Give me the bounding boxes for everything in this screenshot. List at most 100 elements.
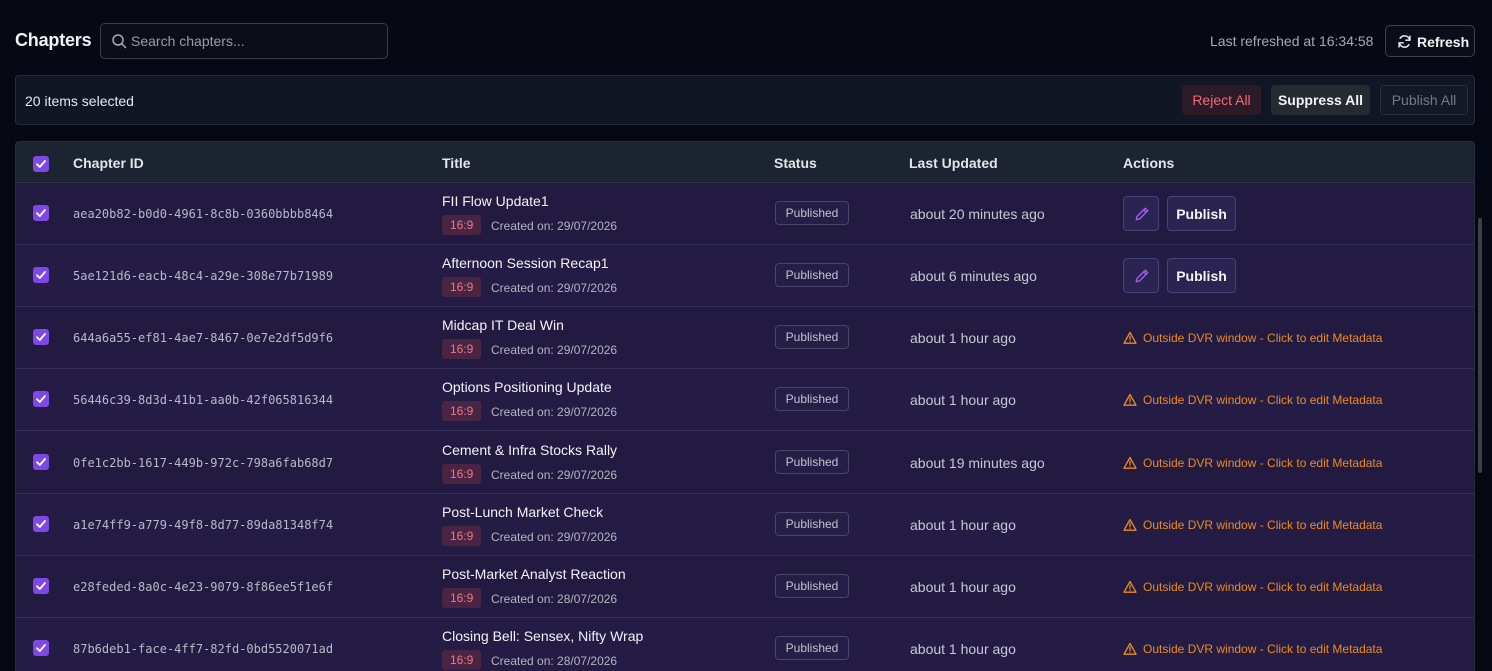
last-updated: about 1 hour ago — [910, 330, 1016, 346]
table-row[interactable]: aea20b82-b0d0-4961-8c8b-0360bbbb8464 FII … — [16, 183, 1474, 245]
publish-all-button[interactable]: Publish All — [1380, 85, 1468, 115]
check-icon — [36, 520, 46, 528]
warning-icon — [1123, 393, 1137, 406]
check-icon — [36, 271, 46, 279]
outside-dvr-text: Outside DVR window - Click to edit Metad… — [1143, 456, 1383, 470]
row-checkbox[interactable] — [33, 516, 49, 532]
aspect-ratio-badge: 16:9 — [442, 215, 482, 235]
created-date: Created on: 28/07/2026 — [491, 654, 618, 668]
search-box[interactable] — [100, 23, 388, 59]
check-icon — [36, 333, 46, 341]
outside-dvr-text: Outside DVR window - Click to edit Metad… — [1143, 331, 1383, 345]
last-updated: about 20 minutes ago — [910, 206, 1045, 222]
outside-dvr-text: Outside DVR window - Click to edit Metad… — [1143, 518, 1383, 532]
suppress-all-button[interactable]: Suppress All — [1271, 85, 1370, 115]
warning-icon — [1123, 456, 1137, 469]
aspect-ratio-badge: 16:9 — [442, 401, 482, 421]
status-badge: Published — [775, 325, 849, 349]
table-row[interactable]: 644a6a55-ef81-4ae7-8467-0e7e2df5d9f6 Midc… — [16, 307, 1474, 369]
page-title: Chapters — [15, 30, 92, 50]
chapter-id: 5ae121d6-eacb-48c4-a29e-308e77b71989 — [73, 269, 334, 283]
column-header-status[interactable]: Status — [774, 155, 817, 171]
pencil-icon — [1135, 269, 1149, 283]
refresh-label: Refresh — [1417, 34, 1470, 50]
reject-all-button[interactable]: Reject All — [1182, 85, 1261, 115]
row-checkbox[interactable] — [33, 391, 49, 407]
table-header: Chapter ID Title Status Last Updated Act… — [16, 142, 1474, 183]
check-icon — [36, 395, 46, 403]
warning-icon — [1123, 642, 1137, 655]
last-refreshed-text: Last refreshed at 16:34:58 — [1210, 33, 1374, 49]
chapter-title: FII Flow Update1 — [442, 193, 549, 209]
table-row[interactable]: 0fe1c2bb-1617-449b-972c-798a6fab68d7 Ceme… — [16, 432, 1474, 494]
aspect-ratio-badge: 16:9 — [442, 588, 482, 608]
chapters-table: Chapter ID Title Status Last Updated Act… — [15, 141, 1475, 671]
publish-button[interactable]: Publish — [1167, 258, 1236, 293]
page-header: Chapters Last refreshed at 16:34:58 Refr… — [0, 0, 1492, 76]
check-icon — [36, 582, 46, 590]
chapter-id: 87b6deb1-face-4ff7-82fd-0bd5520071ad — [73, 642, 334, 656]
table-row[interactable]: 5ae121d6-eacb-48c4-a29e-308e77b71989 Afte… — [16, 245, 1474, 307]
refresh-button[interactable]: Refresh — [1385, 25, 1475, 57]
edit-button[interactable] — [1123, 196, 1159, 231]
table-row[interactable]: a1e74ff9-a779-49f8-8d77-89da81348f74 Post… — [16, 494, 1474, 556]
column-header-chapter-id[interactable]: Chapter ID — [73, 155, 144, 171]
outside-dvr-text: Outside DVR window - Click to edit Metad… — [1143, 393, 1383, 407]
column-header-last-updated[interactable]: Last Updated — [909, 155, 998, 171]
table-row[interactable]: 87b6deb1-face-4ff7-82fd-0bd5520071ad Clos… — [16, 618, 1474, 671]
row-checkbox[interactable] — [33, 267, 49, 283]
warning-icon — [1123, 518, 1137, 531]
search-input[interactable] — [131, 24, 381, 58]
created-date: Created on: 29/07/2026 — [491, 219, 618, 233]
publish-button[interactable]: Publish — [1167, 196, 1236, 231]
created-date: Created on: 29/07/2026 — [491, 405, 618, 419]
status-badge: Published — [775, 574, 849, 598]
column-header-actions: Actions — [1123, 155, 1175, 171]
bulk-action-bar: 20 items selected Reject All Suppress Al… — [15, 75, 1475, 125]
selection-count: 20 items selected — [25, 93, 134, 109]
status-badge: Published — [775, 201, 849, 225]
table-row[interactable]: 56446c39-8d3d-41b1-aa0b-42f065816344 Opti… — [16, 369, 1474, 431]
created-date: Created on: 29/07/2026 — [491, 530, 618, 544]
check-icon — [36, 458, 46, 466]
column-header-title[interactable]: Title — [442, 155, 471, 171]
aspect-ratio-badge: 16:9 — [442, 339, 482, 359]
row-checkbox[interactable] — [33, 329, 49, 345]
chapter-id: 0fe1c2bb-1617-449b-972c-798a6fab68d7 — [73, 456, 334, 470]
row-checkbox[interactable] — [33, 205, 49, 221]
status-badge: Published — [775, 263, 849, 287]
check-icon — [36, 644, 46, 652]
outside-dvr-text: Outside DVR window - Click to edit Metad… — [1143, 580, 1383, 594]
chapter-id: 644a6a55-ef81-4ae7-8467-0e7e2df5d9f6 — [73, 331, 334, 345]
aspect-ratio-badge: 16:9 — [442, 277, 482, 297]
edit-button[interactable] — [1123, 258, 1159, 293]
status-badge: Published — [775, 512, 849, 536]
row-checkbox[interactable] — [33, 454, 49, 470]
last-updated: about 1 hour ago — [910, 517, 1016, 533]
status-badge: Published — [775, 450, 849, 474]
select-all-checkbox[interactable] — [33, 156, 49, 172]
created-date: Created on: 29/07/2026 — [491, 343, 618, 357]
status-badge: Published — [775, 636, 849, 660]
aspect-ratio-badge: 16:9 — [442, 650, 482, 670]
last-updated: about 1 hour ago — [910, 392, 1016, 408]
scrollbar[interactable] — [1478, 218, 1482, 473]
chapter-title: Closing Bell: Sensex, Nifty Wrap — [442, 628, 644, 644]
aspect-ratio-badge: 16:9 — [442, 464, 482, 484]
outside-dvr-text: Outside DVR window - Click to edit Metad… — [1143, 642, 1383, 656]
last-updated: about 1 hour ago — [910, 579, 1016, 595]
chapter-id: e28feded-8a0c-4e23-9079-8f86ee5f1e6f — [73, 580, 334, 594]
chapter-id: 56446c39-8d3d-41b1-aa0b-42f065816344 — [73, 393, 334, 407]
table-row[interactable]: e28feded-8a0c-4e23-9079-8f86ee5f1e6f Post… — [16, 556, 1474, 618]
row-checkbox[interactable] — [33, 640, 49, 656]
chapter-title: Midcap IT Deal Win — [442, 317, 564, 333]
status-badge: Published — [775, 387, 849, 411]
chapter-title: Post-Lunch Market Check — [442, 504, 604, 520]
chapter-title: Afternoon Session Recap1 — [442, 255, 609, 271]
pencil-icon — [1135, 207, 1149, 221]
chapter-title: Options Positioning Update — [442, 379, 612, 395]
created-date: Created on: 29/07/2026 — [491, 281, 618, 295]
row-checkbox[interactable] — [33, 578, 49, 594]
warning-icon — [1123, 331, 1137, 344]
chapter-title: Post-Market Analyst Reaction — [442, 566, 626, 582]
